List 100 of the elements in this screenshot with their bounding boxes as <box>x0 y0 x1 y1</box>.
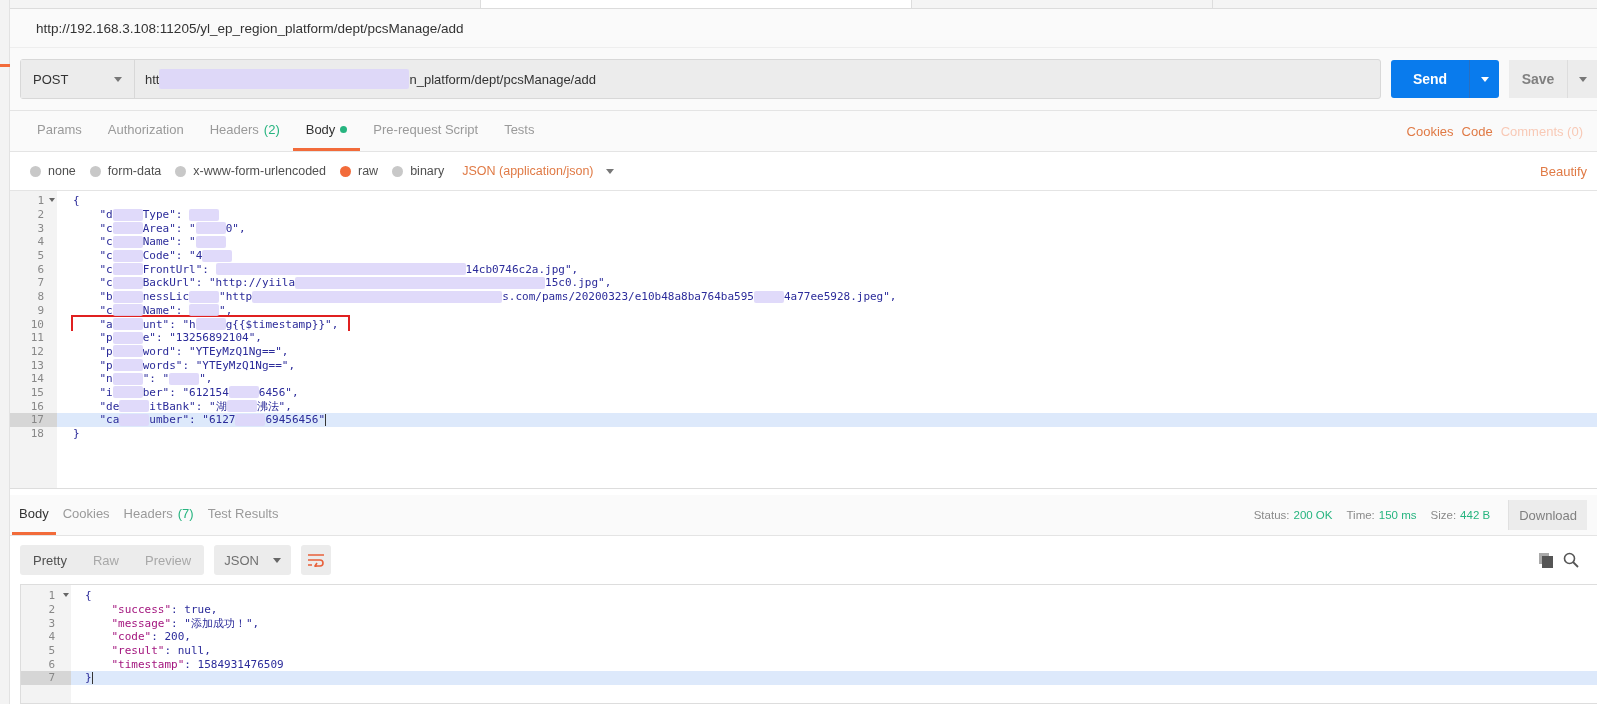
caret-icon <box>272 557 281 563</box>
line-number: 9 <box>37 303 44 317</box>
redaction-mark <box>189 208 220 221</box>
code-text: "c <box>98 221 113 235</box>
code-text: 14cb0746c2a.jpg", <box>465 262 579 276</box>
caret-icon <box>1578 76 1587 82</box>
code-text: Code": "4 <box>142 249 203 263</box>
code-text: "d <box>98 208 113 222</box>
code-text: 69456456" <box>265 413 326 427</box>
stat-label: Status: <box>1253 509 1290 521</box>
redaction-mark <box>189 290 220 303</box>
code-text: "http <box>219 290 253 304</box>
code-text: "ca <box>98 413 120 427</box>
beautify-link[interactable]: Beautify <box>1532 163 1587 179</box>
request-title: http://192.168.3.108:11205/yl_ep_region_platform/dept/pcsManage/add <box>36 20 464 36</box>
response-tab[interactable]: Headers (7) <box>116 495 201 535</box>
radio-option[interactable]: form-data <box>89 164 162 178</box>
code-text: : 200, <box>151 630 191 644</box>
redaction-mark <box>112 359 143 372</box>
radio-icon[interactable] <box>392 165 404 177</box>
redaction-mark <box>112 222 143 235</box>
stat-label: Time: <box>1346 509 1375 521</box>
radio-label: raw <box>358 164 379 178</box>
code-text: "a <box>98 317 113 331</box>
code-text: "message" <box>110 616 172 630</box>
redaction-mark <box>112 318 143 331</box>
code-text: "success" <box>110 603 172 617</box>
radio-option[interactable]: binary <box>392 164 445 178</box>
sidebar-edge-mark <box>0 64 10 67</box>
redaction-mark <box>112 331 143 344</box>
radio-icon[interactable] <box>30 165 41 177</box>
save-options-button[interactable] <box>1567 60 1597 98</box>
redaction-mark <box>112 276 143 289</box>
request-tab[interactable]: Authorization <box>94 111 197 151</box>
search-icon[interactable] <box>1563 552 1579 568</box>
request-tab[interactable]: Body <box>292 111 361 151</box>
code-text: "result" <box>110 644 165 658</box>
code-text: { <box>73 194 80 208</box>
redaction-mark <box>195 318 226 331</box>
response-tab[interactable]: Cookies <box>55 495 117 535</box>
request-tab[interactable]: Pre-request Script <box>360 111 492 151</box>
line-number: 15 <box>30 385 44 399</box>
content-type-select[interactable]: JSON (application/json) <box>458 164 618 178</box>
line-number: 1 <box>37 194 44 208</box>
line-number: 1 <box>48 589 55 603</box>
redaction-mark <box>112 304 143 317</box>
line-number: 18 <box>30 427 44 441</box>
code-text: FrontUrl": <box>142 262 210 276</box>
response-tab[interactable]: Body <box>12 495 56 535</box>
save-button[interactable]: Save <box>1509 60 1567 98</box>
radio-icon[interactable] <box>89 165 101 177</box>
code-text: "b <box>98 290 113 304</box>
radio-icon[interactable] <box>175 165 187 177</box>
line-number: 2 <box>48 603 55 617</box>
caret-icon <box>605 168 614 174</box>
code-text: "p <box>98 358 113 372</box>
request-tab[interactable]: Params <box>24 111 95 151</box>
wrap-lines-button[interactable] <box>300 545 331 575</box>
link[interactable]: Code <box>1453 111 1493 151</box>
format-select[interactable]: JSON <box>214 545 291 575</box>
code-text: } <box>73 427 80 441</box>
response-tab[interactable]: Test Results <box>200 495 286 535</box>
request-tab[interactable]: Headers (2) <box>196 111 293 151</box>
view-mode-button[interactable]: Raw <box>79 545 132 575</box>
fold-caret-icon[interactable] <box>49 198 55 202</box>
code-text: Name": " <box>142 235 196 249</box>
line-number: 14 <box>30 372 44 386</box>
send-options-button[interactable] <box>1469 60 1499 98</box>
code-text: "i <box>98 385 113 399</box>
redaction-mark <box>119 400 150 413</box>
view-mode-button[interactable]: Preview <box>132 545 205 575</box>
radio-label: none <box>48 164 76 178</box>
download-button[interactable]: Download <box>1508 500 1587 530</box>
code-text: "c <box>98 235 113 249</box>
request-tab[interactable]: Tests <box>491 111 548 151</box>
view-mode-button[interactable]: Pretty <box>20 545 80 575</box>
radio-icon[interactable] <box>340 165 351 177</box>
redaction-mark <box>753 290 784 303</box>
line-number: 5 <box>37 249 44 263</box>
line-number: 4 <box>37 235 44 249</box>
line-number: 17 <box>30 413 44 427</box>
copy-icon[interactable] <box>1539 552 1553 568</box>
fold-caret-icon[interactable] <box>63 593 69 597</box>
link[interactable]: Cookies <box>1398 111 1454 151</box>
radio-option[interactable]: none <box>30 164 76 178</box>
code-text: umber": "6127 <box>149 413 236 427</box>
send-button[interactable]: Send <box>1391 60 1469 98</box>
line-number: 11 <box>30 331 44 345</box>
redaction-mark <box>226 400 257 413</box>
radio-option[interactable]: raw <box>340 164 379 178</box>
line-number: 6 <box>37 262 44 276</box>
line-number: 4 <box>48 630 55 644</box>
code-text: "c <box>98 249 113 263</box>
code-text: "c <box>98 276 113 290</box>
line-number: 3 <box>37 221 44 235</box>
code-text: Type": <box>142 208 184 222</box>
count-label: (2) <box>263 122 280 137</box>
line-number: 6 <box>48 657 55 671</box>
line-number: 12 <box>30 344 44 358</box>
line-number: 16 <box>30 399 44 413</box>
